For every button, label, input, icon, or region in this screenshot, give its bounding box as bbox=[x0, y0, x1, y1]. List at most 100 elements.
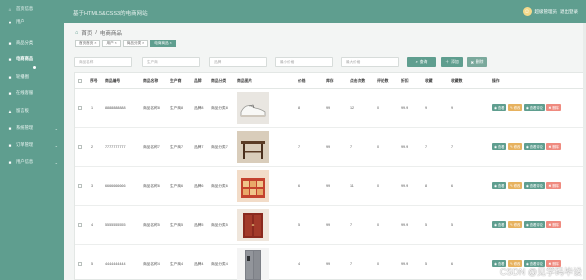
row-checkbox[interactable] bbox=[78, 106, 82, 110]
view-button[interactable]: ◉ 查看 bbox=[492, 104, 507, 111]
sidebar-item-orders[interactable]: ■ 订单管理 ⌄ bbox=[0, 140, 64, 150]
edit-button[interactable]: ✎ 修改 bbox=[507, 143, 523, 150]
home-icon[interactable]: ⌂ bbox=[75, 30, 78, 36]
app-title: 基于HTML5&CSS3的电商网站 bbox=[73, 11, 148, 17]
product-table: 序号 商品编号 商品名称 生产商 品牌 商品分类 商品图片 价格 库存 点击次数… bbox=[74, 72, 585, 280]
row-delete-button[interactable]: ✖ 删除 bbox=[546, 221, 561, 228]
search-brand-input[interactable]: 品牌 bbox=[209, 57, 267, 67]
breadcrumb-current: 电商商品 bbox=[99, 31, 122, 37]
sidebar-item-label: 用户 bbox=[16, 19, 25, 24]
review-button[interactable]: ◉ 查看评论 bbox=[523, 143, 545, 150]
select-all-checkbox[interactable] bbox=[78, 79, 82, 83]
sidebar-item-user[interactable]: ● 用户 bbox=[0, 17, 64, 27]
tab-products[interactable]: 电商商品 × bbox=[150, 40, 176, 47]
trash-icon: ✖ bbox=[548, 144, 552, 149]
tab-home[interactable]: 首页首页 × bbox=[75, 40, 101, 47]
cell-fav: 7 bbox=[425, 145, 428, 149]
cell-no: 2 bbox=[91, 145, 94, 149]
search-name-input[interactable]: 商品名称 bbox=[74, 57, 132, 67]
sidebar-item-system[interactable]: ■ 系统管理 ⌄ bbox=[0, 123, 64, 133]
search-maker-input[interactable]: 生产商 bbox=[142, 57, 200, 67]
view-button[interactable]: ◉ 查看 bbox=[492, 182, 507, 189]
row-checkbox[interactable] bbox=[78, 145, 82, 149]
eye-icon: ◉ bbox=[525, 222, 529, 227]
placeholder: 生产商 bbox=[147, 59, 158, 64]
cell-code: 8888888888 bbox=[105, 106, 126, 110]
row-checkbox[interactable] bbox=[78, 262, 82, 266]
edit-button[interactable]: ✎ 修改 bbox=[507, 182, 523, 189]
cell-code: 4444444444 bbox=[105, 262, 126, 266]
edit-button[interactable]: ✎ 修改 bbox=[507, 221, 523, 228]
user-label: 超级管理员 bbox=[534, 8, 558, 14]
cell-code: 7777777777 bbox=[105, 145, 126, 149]
search-button[interactable]: ⌕ 查询 bbox=[407, 57, 436, 67]
header-price: 价格 bbox=[298, 79, 306, 83]
add-label: 添加 bbox=[451, 59, 459, 64]
row-checkbox[interactable] bbox=[78, 223, 82, 227]
edit-label: 修改 bbox=[513, 145, 521, 149]
cell-stock: 99 bbox=[326, 106, 331, 110]
cell-maker: 生产商6 bbox=[170, 184, 184, 188]
tab-user[interactable]: 用户 × bbox=[102, 40, 121, 47]
edit-label: 修改 bbox=[513, 223, 521, 227]
cell-stock: 99 bbox=[326, 184, 331, 188]
sidebar-item-label: 轮播图 bbox=[16, 74, 29, 79]
product-image-cabinet[interactable] bbox=[237, 209, 269, 241]
sidebar-item-messages[interactable]: ▲ 留言板 bbox=[0, 106, 64, 116]
row-delete-button[interactable]: ✖ 删除 bbox=[546, 104, 561, 111]
logout-link[interactable]: 退出登录 bbox=[560, 9, 578, 15]
review-button[interactable]: ◉ 查看评论 bbox=[523, 182, 545, 189]
delete-label: 删除 bbox=[552, 184, 559, 188]
sidebar-item-service[interactable]: ■ 在线客服 bbox=[0, 88, 64, 98]
cell-clicks: 7 bbox=[350, 223, 353, 227]
user-area: ☺ 超级管理员 退出登录 bbox=[522, 7, 578, 16]
cell-brand: 品牌7 bbox=[194, 145, 204, 149]
pencil-icon: ✎ bbox=[509, 183, 513, 188]
view-button[interactable]: ◉ 查看 bbox=[492, 143, 507, 150]
view-label: 查看 bbox=[497, 184, 505, 188]
product-image-gift[interactable] bbox=[237, 170, 269, 202]
cell-name: 商品名称4 bbox=[143, 262, 160, 266]
product-image-fridge[interactable] bbox=[237, 248, 269, 280]
review-button[interactable]: ◉ 查看评论 bbox=[523, 104, 545, 111]
search-max-price-input[interactable]: 最大价格 bbox=[341, 57, 399, 67]
avatar[interactable]: ☺ bbox=[522, 7, 532, 16]
tab-category[interactable]: 商品分类 × bbox=[122, 40, 149, 47]
cell-brand: 品牌5 bbox=[194, 223, 204, 227]
header-favcount: 收藏数 bbox=[451, 79, 463, 83]
sidebar-item-category[interactable]: ■ 商品分类 bbox=[0, 38, 64, 48]
cell-discount: 99.9 bbox=[401, 223, 409, 227]
table-header: 序号 商品编号 商品名称 生产商 品牌 商品分类 商品图片 价格 库存 点击次数… bbox=[75, 73, 585, 89]
cell-code: 6666666666 bbox=[105, 184, 126, 188]
delete-button[interactable]: ✖ 删除 bbox=[467, 57, 487, 67]
add-button[interactable]: ＋添加 bbox=[441, 57, 463, 67]
product-image-shoe[interactable] bbox=[237, 92, 269, 124]
image-icon: ■ bbox=[8, 74, 12, 80]
row-actions: ◉ 查看 ✎ 修改 ◉ 查看评论 ✖ 删除 bbox=[492, 143, 561, 150]
view-button[interactable]: ◉ 查看 bbox=[492, 221, 507, 228]
cell-discount: 99.9 bbox=[401, 145, 409, 149]
sidebar-item-carousel[interactable]: ■ 轮播图 bbox=[0, 72, 64, 82]
breadcrumb-home[interactable]: 首页 bbox=[81, 29, 92, 37]
sidebar-item-products[interactable]: ■ 电商商品 bbox=[0, 54, 64, 64]
sidebar-item-label: 系统管理 bbox=[16, 125, 34, 130]
cell-maker: 生产商5 bbox=[170, 223, 184, 227]
search-min-price-input[interactable]: 最小价格 bbox=[275, 57, 333, 67]
row-checkbox[interactable] bbox=[78, 184, 82, 188]
header-comments: 评论数 bbox=[377, 79, 389, 83]
tab-bar: 首页首页 × 用户 × 商品分类 × 电商商品 × bbox=[75, 40, 176, 47]
row-delete-button[interactable]: ✖ 删除 bbox=[546, 143, 561, 150]
sidebar-item-home[interactable]: ⌂ 首页信息 bbox=[0, 4, 64, 14]
review-label: 查看评论 bbox=[529, 223, 543, 227]
cell-price: 6 bbox=[298, 184, 301, 188]
cell-favcount: 7 bbox=[451, 145, 454, 149]
cell-favcount: 9 bbox=[451, 106, 454, 110]
cell-favcount: 6 bbox=[451, 184, 454, 188]
row-delete-button[interactable]: ✖ 删除 bbox=[546, 182, 561, 189]
edit-button[interactable]: ✎ 修改 bbox=[507, 104, 523, 111]
review-button[interactable]: ◉ 查看评论 bbox=[523, 221, 545, 228]
sidebar-item-profile[interactable]: ■ 用户信息 ⌄ bbox=[0, 157, 64, 167]
header-stock: 库存 bbox=[326, 79, 334, 83]
chevron-down-icon: ⌄ bbox=[54, 125, 58, 131]
product-image-table[interactable] bbox=[237, 131, 269, 163]
